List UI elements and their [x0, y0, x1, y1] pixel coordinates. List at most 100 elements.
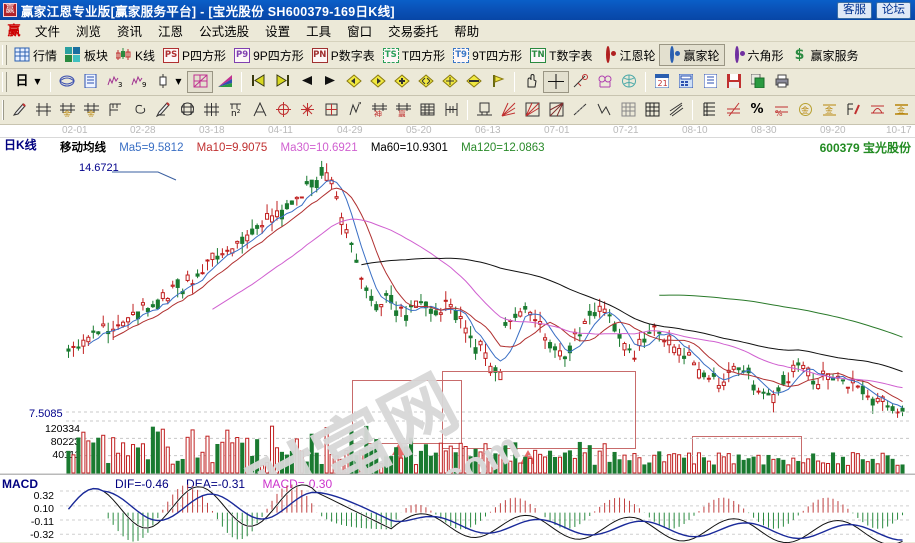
fan-red-button[interactable] [496, 99, 520, 121]
first-page-button[interactable] [246, 71, 270, 93]
gold-bar-button[interactable]: 金 [889, 99, 913, 121]
candle-button[interactable]: ▼ [151, 71, 187, 93]
dropdown-arrow-2-icon[interactable]: ▼ [174, 74, 183, 90]
spiral-button[interactable] [127, 99, 151, 121]
menu-item-settings[interactable]: 设置 [257, 19, 298, 42]
ying-button[interactable]: 赢 [391, 99, 415, 121]
fan-dark-button[interactable] [544, 99, 568, 121]
last-page-button[interactable] [270, 71, 294, 93]
zoom-in-button[interactable] [390, 71, 414, 93]
fan-color-button[interactable] [213, 71, 237, 93]
t-square-button[interactable]: TS T四方形 [379, 44, 449, 66]
circle-grid-button[interactable] [175, 99, 199, 121]
copy-button[interactable] [746, 71, 770, 93]
winner-wheel-button[interactable]: 赢家轮 [659, 44, 724, 66]
menu-item-news[interactable]: 资讯 [109, 19, 150, 42]
gold-fan-2-button[interactable]: 金 [79, 99, 103, 121]
calculator-button[interactable] [674, 71, 698, 93]
span-button[interactable] [439, 99, 463, 121]
target-button[interactable] [271, 99, 295, 121]
grid-2-button[interactable] [199, 99, 223, 121]
menu-item-window[interactable]: 窗口 [339, 19, 380, 42]
toolbar-grip-3[interactable] [2, 100, 4, 120]
zigzag-button[interactable] [592, 99, 616, 121]
shen-button[interactable]: 神 [367, 99, 391, 121]
zoom-left-button[interactable] [342, 71, 366, 93]
slope-button[interactable] [568, 99, 592, 121]
n2-button[interactable]: n² [223, 99, 247, 121]
menu-item-trade-order[interactable]: 交易委托 [380, 19, 446, 42]
ladder-button[interactable] [664, 99, 688, 121]
expand-button[interactable] [438, 71, 462, 93]
box-button[interactable] [319, 99, 343, 121]
quotes-button[interactable]: 行情 [10, 44, 61, 66]
draw-tool-button[interactable] [569, 71, 593, 93]
menu-item-gann[interactable]: 江恩 [150, 19, 191, 42]
menu-item-tools[interactable]: 工具 [298, 19, 339, 42]
fan-box-button[interactable] [520, 99, 544, 121]
calendar-button[interactable]: 21 [650, 71, 674, 93]
menu-item-file[interactable]: 文件 [27, 19, 68, 42]
percent-button[interactable]: % [745, 99, 769, 121]
menu-item-browse[interactable]: 浏览 [68, 19, 109, 42]
wave-button[interactable]: " [343, 99, 367, 121]
toolbar-grip[interactable] [2, 45, 7, 65]
sector-button[interactable]: 板块 [61, 44, 112, 66]
period-button[interactable]: 日 ▼ [10, 71, 46, 93]
forum-button[interactable]: 论坛 [876, 2, 911, 19]
toolbar-grip-2[interactable] [2, 72, 7, 92]
zoom-out-button[interactable] [414, 71, 438, 93]
flower-button[interactable] [593, 71, 617, 93]
gold-circle-button[interactable]: 金 [793, 99, 817, 121]
p9-square-button[interactable]: P9 9P四方形 [230, 44, 308, 66]
kline-button[interactable]: K线 [112, 44, 159, 66]
print-button[interactable] [770, 71, 794, 93]
percent-line-button[interactable]: % [769, 99, 793, 121]
arc-red-button[interactable] [865, 99, 889, 121]
zoom-right-button[interactable] [366, 71, 390, 93]
notes-button[interactable] [698, 71, 722, 93]
chart-3-button[interactable]: 3 [103, 71, 127, 93]
square-base-button[interactable] [472, 99, 496, 121]
star-button[interactable] [295, 99, 319, 121]
ink-button[interactable] [841, 99, 865, 121]
pen-button[interactable] [7, 99, 31, 121]
next-button[interactable] [318, 71, 342, 93]
t-number-table-button[interactable]: TN T数字表 [526, 44, 596, 66]
kline-icon [116, 47, 132, 63]
winner-service-button[interactable]: $ 赢家服务 [788, 44, 863, 66]
hexagon-button[interactable]: 六角形 [725, 44, 788, 66]
gann-box-button[interactable] [187, 71, 213, 93]
overlay-button[interactable] [55, 71, 79, 93]
percent-fan-button[interactable] [697, 99, 721, 121]
prev-button[interactable] [294, 71, 318, 93]
gold-line-button[interactable]: 金 [817, 99, 841, 121]
grid-red-button[interactable] [415, 99, 439, 121]
pen-red-button[interactable] [151, 99, 175, 121]
chart-9-button[interactable]: 9 [127, 71, 151, 93]
grid-gray-button[interactable] [616, 99, 640, 121]
gold-fan-button[interactable]: 金 [55, 99, 79, 121]
crosshair-button[interactable] [543, 71, 569, 93]
p-square-button[interactable]: PS P四方形 [159, 44, 230, 66]
angle-button[interactable] [247, 99, 271, 121]
p-number-table-button[interactable]: PN P数字表 [308, 44, 379, 66]
fork-f-button[interactable] [103, 99, 127, 121]
hand-button[interactable] [519, 71, 543, 93]
brain-button[interactable] [617, 71, 641, 93]
grid-black-button[interactable] [640, 99, 664, 121]
calc-icon [678, 74, 694, 90]
dropdown-arrow-icon[interactable]: ▼ [33, 74, 42, 90]
grid-fork-button[interactable] [31, 99, 55, 121]
t9-square-button[interactable]: T9 9T四方形 [449, 44, 526, 66]
report-button[interactable] [79, 71, 103, 93]
menu-item-help[interactable]: 帮助 [446, 19, 487, 42]
customer-service-button[interactable]: 客服 [837, 2, 872, 19]
macd-panel[interactable]: MACD DIF=-0.46 DEA=-0.31 MACD=-0.30 0.32… [0, 474, 915, 542]
percent-red-fan-button[interactable] [721, 99, 745, 121]
save-button[interactable] [722, 71, 746, 93]
menu-item-formula-stock-pick[interactable]: 公式选股 [191, 19, 257, 42]
gann-wheel-button[interactable]: 江恩轮 [596, 44, 659, 66]
flag-button[interactable] [486, 71, 510, 93]
shrink-button[interactable] [462, 71, 486, 93]
